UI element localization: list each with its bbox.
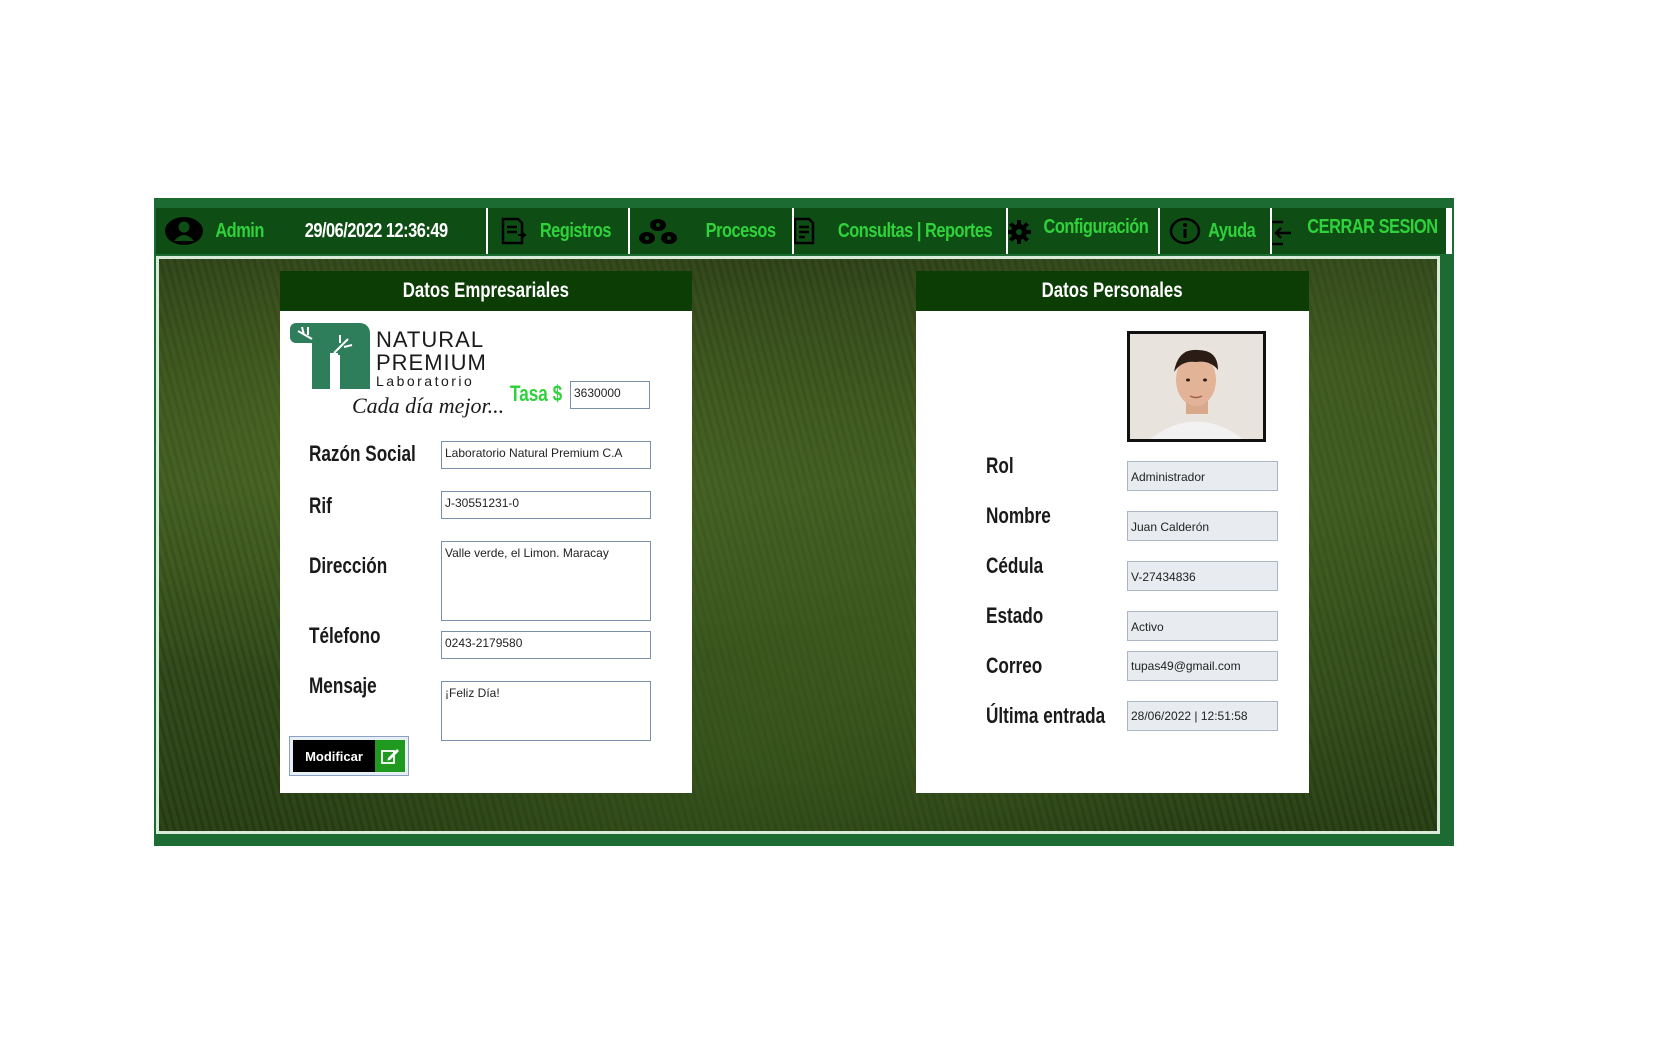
content-area: Datos Empresariales NATURAL PREMIUM Labo… <box>156 256 1440 834</box>
logout-icon <box>1272 220 1291 246</box>
mensaje-label: Mensaje <box>309 673 377 698</box>
menu-bar: Admin 29/06/2022 12:36:49 Registros Proc… <box>156 208 1452 254</box>
current-datetime: 29/06/2022 12:36:49 <box>304 219 448 242</box>
correo-label: Correo <box>986 653 1043 678</box>
menu-ayuda-label: Ayuda <box>1208 219 1256 242</box>
main-window: Admin 29/06/2022 12:36:49 Registros Proc… <box>154 198 1454 846</box>
rif-input[interactable]: J-30551231-0 <box>441 491 651 519</box>
user-status: Admin 29/06/2022 12:36:49 <box>156 208 486 254</box>
ultima-entrada-field: 28/06/2022 | 12:51:58 <box>1127 701 1278 731</box>
logo-slogan: Cada día mejor... <box>352 393 505 418</box>
report-document-icon <box>794 217 815 245</box>
estado-label: Estado <box>986 603 1044 628</box>
telefono-label: Télefono <box>309 623 381 648</box>
edit-icon <box>381 749 399 764</box>
menu-procesos[interactable]: Procesos <box>630 208 792 254</box>
razon-social-label: Razón Social <box>309 441 416 466</box>
menu-configuracion-label: Configuración <box>1043 216 1149 238</box>
logo-laboratorio: Laboratorio <box>376 373 475 389</box>
user-photo-frame <box>1127 331 1266 442</box>
modificar-label: Modificar <box>293 740 375 772</box>
tasa-input[interactable]: 3630000 <box>570 381 650 409</box>
cedula-field: V-27434836 <box>1127 561 1278 591</box>
info-icon <box>1170 217 1201 245</box>
user-name: Admin <box>215 219 264 242</box>
rol-label: Rol <box>986 453 1014 478</box>
rif-label: Rif <box>309 493 332 518</box>
mensaje-textarea[interactable]: ¡Feliz Día! <box>441 681 651 741</box>
direccion-label: Dirección <box>309 553 388 578</box>
cedula-label: Cédula <box>986 553 1044 578</box>
tasa-label: Tasa $ <box>510 381 563 406</box>
window-top-border <box>154 198 1454 202</box>
business-panel-header: Datos Empresariales <box>280 271 692 311</box>
natural-premium-logo-icon <box>290 323 370 389</box>
register-document-icon <box>501 217 527 245</box>
logout-label: CERRAR SESION <box>1306 216 1438 238</box>
menu-configuracion[interactable]: Configuración <box>1008 208 1158 254</box>
correo-field: tupas49@gmail.com <box>1127 651 1278 681</box>
menu-registros-label: Registros <box>539 219 611 242</box>
menu-ayuda[interactable]: Ayuda <box>1160 208 1270 254</box>
rol-field: Administrador <box>1127 461 1278 491</box>
nombre-label: Nombre <box>986 503 1051 528</box>
menu-procesos-label: Procesos <box>706 219 776 242</box>
logout-button[interactable]: CERRAR SESION <box>1272 208 1446 254</box>
gear-icon <box>1008 220 1032 244</box>
razon-social-input[interactable]: Laboratorio Natural Premium C.A <box>441 441 651 469</box>
direccion-textarea[interactable]: Valle verde, el Limon. Maracay <box>441 541 651 621</box>
personal-data-panel: Datos Personales Rol Administrador Nombr… <box>916 271 1309 793</box>
processes-icon <box>639 219 678 244</box>
menu-registros[interactable]: Registros <box>488 208 628 254</box>
telefono-input[interactable]: 0243-2179580 <box>441 631 651 659</box>
estado-field: Activo <box>1127 611 1278 641</box>
nombre-field: Juan Calderón <box>1127 511 1278 541</box>
menu-consultas-label: Consultas | Reportes <box>837 219 993 242</box>
personal-panel-header: Datos Personales <box>916 271 1309 311</box>
avatar <box>1130 334 1263 439</box>
modificar-button[interactable]: Modificar <box>289 736 409 776</box>
user-icon <box>165 217 203 245</box>
business-data-panel: Datos Empresariales NATURAL PREMIUM Labo… <box>280 271 692 793</box>
ultima-entrada-label: Última entrada <box>986 703 1106 728</box>
menu-consultas-reportes[interactable]: Consultas | Reportes <box>794 208 1006 254</box>
